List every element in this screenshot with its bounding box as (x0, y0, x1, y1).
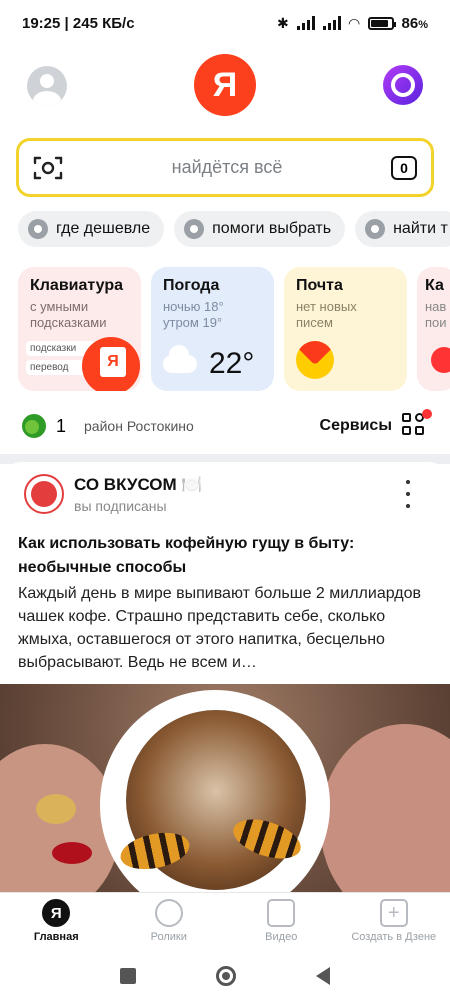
search-placeholder[interactable]: найдётся всё (63, 157, 391, 178)
card-subtitle: нет новых писем (296, 299, 357, 330)
suggestion-chips: где дешевле помоги выбрать найти т (18, 211, 450, 247)
notification-dot (422, 409, 432, 419)
battery-percent: 86% (401, 14, 428, 32)
status-time: 19:25 | 245 КБ/с (22, 14, 135, 32)
nav-label: Главная (33, 931, 79, 943)
widget-cards: Клавиатура с умными подсказками подсказк… (18, 267, 450, 391)
plus-icon: + (379, 899, 408, 927)
image-hand (320, 724, 450, 892)
avatar[interactable] (27, 66, 67, 106)
home-icon[interactable] (216, 966, 236, 986)
district-label[interactable]: район Ростокино (84, 418, 194, 434)
chip-cheaper[interactable]: где дешевле (18, 211, 165, 247)
screen: 19:25 | 245 КБ/с ✱ ◠ 86% Я найдётся всё … (0, 0, 450, 1000)
article-snippet[interactable]: Каждый день в мире выпивают больше 2 мил… (18, 582, 432, 674)
card-subtitle: с умными подсказками (30, 299, 107, 330)
wifi-icon: ◠ (348, 14, 360, 31)
video-icon (267, 899, 296, 927)
image-ring (36, 794, 76, 824)
signal-icon (296, 16, 315, 30)
recents-icon[interactable] (120, 968, 136, 984)
air-quality-value[interactable]: 1 (56, 416, 66, 437)
nav-home[interactable]: Я Главная (0, 893, 113, 952)
card-subtitle: нав пои (425, 299, 447, 330)
tabs-count-button[interactable]: 0 (391, 155, 417, 180)
image-nail (52, 842, 92, 864)
map-pin-icon (431, 347, 450, 373)
card-mail[interactable]: Почта нет новых писем (284, 267, 407, 391)
chip-help-choose[interactable]: помоги выбрать (174, 211, 346, 247)
nav-clips[interactable]: Ролики (113, 893, 226, 952)
status-icons: ✱ ◠ 86% (277, 15, 428, 32)
signal-icon-2 (322, 16, 341, 30)
weather-morning: утром 19° (163, 315, 223, 330)
card-keyboard[interactable]: Клавиатура с умными подсказками подсказк… (18, 267, 141, 391)
card-weather[interactable]: Погода ночью 18° утром 19° 22° (151, 267, 274, 391)
services-button[interactable]: Сервисы (320, 417, 392, 435)
article-title[interactable]: Как использовать кофейную гущу в быту: н… (18, 532, 428, 580)
services-grid-icon[interactable] (402, 409, 432, 439)
back-icon[interactable] (316, 967, 330, 985)
nav-label: Ролики (150, 931, 187, 943)
channel-name[interactable]: СО ВКУСОМ 🍽️ (74, 475, 203, 495)
alice-icon[interactable] (383, 65, 423, 105)
search-bar[interactable]: найдётся всё 0 (16, 138, 434, 197)
weather-temp: 22° (209, 347, 255, 380)
bottom-nav: Я Главная Ролики Видео + Создать в Дзене (0, 892, 450, 952)
chip-icon (184, 219, 205, 239)
channel-avatar[interactable] (24, 474, 64, 514)
card-title: Клавиатура (30, 277, 123, 294)
card-title: Ка (425, 277, 444, 294)
article-image[interactable] (0, 684, 450, 892)
nav-label: Видео (265, 931, 298, 943)
clips-icon (154, 899, 183, 927)
feed-card[interactable]: СО ВКУСОМ 🍽️ вы подписаны Как использова… (0, 462, 450, 892)
yandex-logo-icon[interactable]: Я (194, 54, 256, 116)
card-title: Почта (296, 277, 343, 294)
battery-icon (367, 16, 396, 30)
card-maps[interactable]: Ка нав пои (417, 267, 450, 391)
system-nav-bar (0, 952, 450, 1000)
yandex-icon: Я (42, 899, 71, 927)
weather-night: ночью 18° (163, 299, 224, 314)
keyboard-app-icon: Я (82, 337, 140, 391)
nav-create[interactable]: + Создать в Дзене (338, 893, 450, 952)
air-quality-icon (22, 414, 46, 438)
bluetooth-icon: ✱ (277, 14, 289, 31)
chip-find[interactable]: найти т (355, 211, 450, 247)
camera-search-icon[interactable] (33, 155, 63, 181)
chip-icon (28, 219, 48, 239)
status-bar: 19:25 | 245 КБ/с ✱ ◠ 86% (0, 0, 450, 46)
header: Я (0, 46, 450, 126)
chip-icon (365, 219, 386, 239)
more-menu-icon[interactable] (404, 480, 412, 508)
channel-status: вы подписаны (74, 498, 167, 514)
info-row: 1 район Ростокино Сервисы (0, 398, 450, 454)
card-title: Погода (163, 277, 220, 294)
nav-label: Создать в Дзене (351, 931, 437, 943)
cloud-icon (163, 345, 197, 373)
nav-video[interactable]: Видео (225, 893, 338, 952)
mail-icon (296, 341, 334, 379)
